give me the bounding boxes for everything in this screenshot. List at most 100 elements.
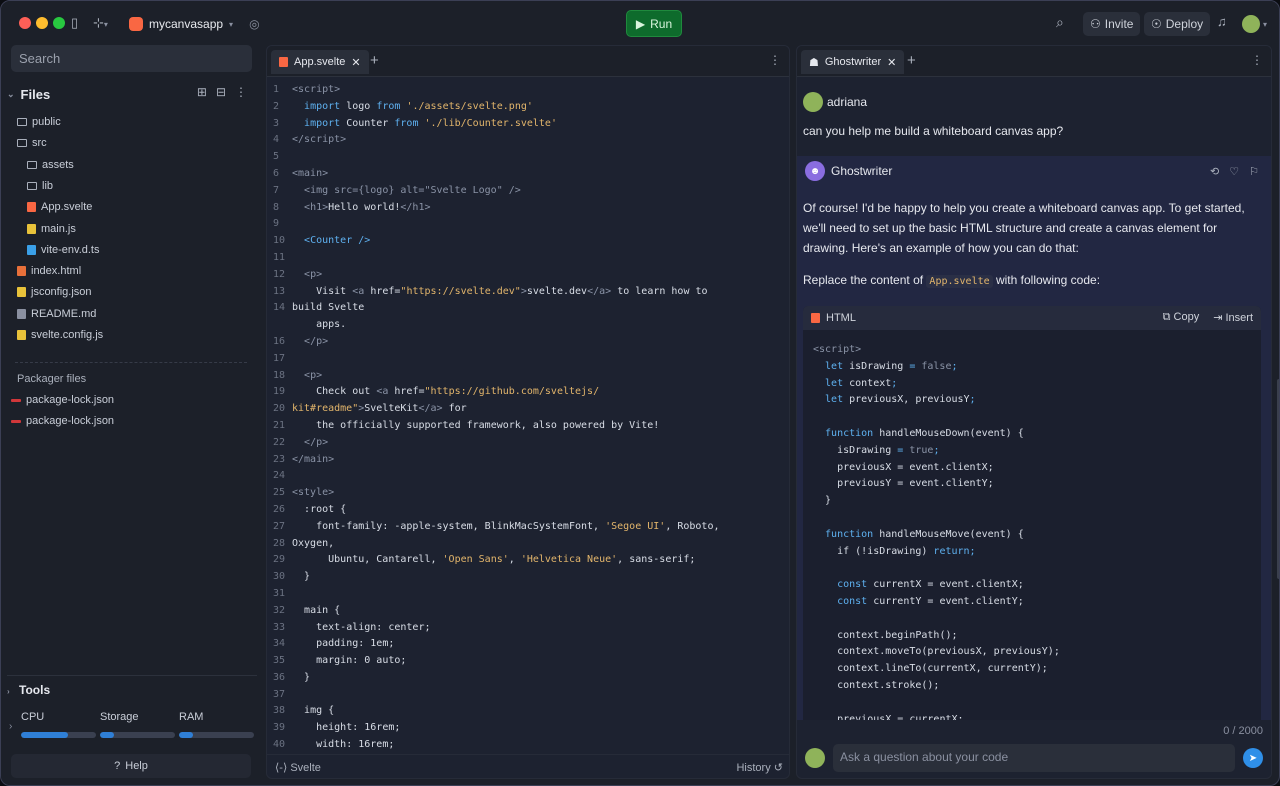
code-snippet-header: HTML ⧉ Copy ⇥ Insert [803,306,1261,330]
ghostwriter-icon: ☗ [809,56,819,69]
ghostwriter-tab-bar: ☗ Ghostwriter ✕ + ⋮ [797,46,1271,77]
file-item[interactable]: svelte.config.js [17,326,103,344]
more-options-icon[interactable]: ⋮ [769,53,781,67]
storage-label: Storage [100,711,139,723]
chevron-down-icon: ⌄ [7,88,15,99]
close-tab-icon[interactable]: ✕ [351,56,360,69]
html-file-icon [17,266,26,277]
insert-icon: ⇥ [1213,312,1223,324]
ghostwriter-panel: ☗ Ghostwriter ✕ + ⋮ adriana can you help… [796,45,1272,779]
help-button[interactable]: ? Help [11,754,251,778]
insert-button[interactable]: ⇥ Insert [1213,311,1253,324]
top-bar: ▯ ⊹▾ mycanvasapp ▾ ◎ ▶ Run ⌕ ⚇ Invite ☉ … [1,1,1279,45]
history-icon: ↺ [773,762,783,774]
file-item[interactable]: App.svelte [27,198,92,216]
copy-icon: ⧉ [1162,311,1171,323]
folder-icon [27,160,37,169]
send-button[interactable]: ➤ [1243,748,1263,768]
more-options-icon[interactable]: ⋮ [235,85,247,99]
cpu-label: CPU [21,711,45,723]
md-file-icon [17,308,26,319]
editor-tab-bar: App.svelte ✕ + ⋮ [267,46,789,77]
file-item[interactable]: README.md [17,305,96,323]
code-content[interactable]: 1 <script> 2 import logo from './assets/s… [267,82,789,754]
chevron-right-icon[interactable]: › [9,721,12,732]
folder-item[interactable]: assets [27,156,74,174]
packager-files-title: Packager files [17,373,87,385]
chevron-right-icon: › [7,687,10,696]
inline-code: App.svelte [926,275,993,288]
copy-button[interactable]: ⧉ Copy [1163,311,1200,324]
close-window-button[interactable] [19,17,31,29]
new-file-icon[interactable]: ⊞ [197,85,207,99]
ram-usage-bar [179,732,254,738]
packager-file[interactable]: package-lock.json [11,391,114,409]
file-item[interactable]: vite-env.d.ts [27,241,100,259]
add-user-icon: ⚇ [1090,17,1101,31]
regenerate-icon[interactable]: ⟲ [1210,165,1219,178]
user-avatar [805,748,825,768]
add-tab-icon[interactable]: + [370,52,379,69]
run-button[interactable]: ▶ Run [626,10,682,37]
close-tab-icon[interactable]: ✕ [887,56,896,69]
search-input[interactable]: Search [11,45,252,72]
deploy-button[interactable]: ☉ Deploy [1144,12,1211,36]
js-file-icon [17,330,26,340]
ai-author: Ghostwriter [831,164,893,178]
file-sidebar: Search ⌄ Files ⊞ ⊟ ⋮ public src assets lib A… [1,45,259,785]
invite-button[interactable]: ⚇ Invite [1083,12,1141,36]
tab-app-svelte[interactable]: App.svelte ✕ [271,50,369,74]
app-window: ▯ ⊹▾ mycanvasapp ▾ ◎ ▶ Run ⌕ ⚇ Invite ☉ … [0,0,1280,786]
add-tab-icon[interactable]: + [907,52,916,69]
more-options-icon[interactable]: ⋮ [1251,53,1263,67]
user-message: can you help me build a whiteboard canva… [803,124,1064,138]
sidebar-toggle-icon[interactable]: ▯ [71,15,78,31]
chevron-down-icon[interactable]: ▾ [1263,20,1267,29]
bell-icon[interactable]: ♫ [1217,14,1227,29]
html-icon [811,313,820,323]
snippet-code[interactable]: <script> let isDrawing = false; let cont… [813,342,1060,720]
packager-file[interactable]: package-lock.json [11,412,114,430]
minimize-window-button[interactable] [36,17,48,29]
folder-icon [17,139,27,148]
visibility-icon[interactable]: ◎ [249,17,259,31]
user-avatar[interactable] [1242,15,1260,33]
code-snippet: HTML ⧉ Copy ⇥ Insert <script> let isDraw… [803,306,1261,720]
play-icon: ▶ [635,16,646,31]
npm-icon [11,398,21,402]
js-file-icon [27,223,36,234]
file-item[interactable]: jsconfig.json [17,283,92,301]
files-header[interactable]: ⌄ Files ⊞ ⊟ ⋮ [7,85,253,103]
code-editor: App.svelte ✕ + ⋮ 1 <script> 2 import logo… [266,45,790,779]
message-author: adriana [827,95,868,109]
svelte-icon [129,17,143,31]
deploy-icon: ☉ [1151,17,1162,31]
language-indicator[interactable]: ⟨-⟩ Svelte [275,761,321,774]
search-icon[interactable]: ⌕ [1056,14,1064,31]
thumbs-down-icon[interactable]: ⚐ [1249,165,1259,178]
json-file-icon [17,287,26,298]
npm-icon [11,419,21,423]
user-avatar [803,92,823,112]
send-icon: ➤ [1248,752,1258,764]
history-button[interactable]: History ↺ [736,761,783,774]
maximize-window-button[interactable] [53,17,65,29]
file-item[interactable]: main.js [27,220,76,238]
folder-item[interactable]: lib [27,177,53,195]
tab-ghostwriter[interactable]: ☗ Ghostwriter ✕ [801,50,905,74]
thumbs-up-icon[interactable]: ♡ [1229,165,1239,178]
file-item[interactable]: index.html [17,262,81,280]
tools-header[interactable]: › Tools [7,675,257,697]
ghostwriter-avatar-icon: ☻ [805,161,825,181]
menu-icon[interactable]: ⊹▾ [93,15,108,31]
repl-name-button[interactable]: mycanvasapp ▾ ◎ [129,13,260,35]
new-folder-icon[interactable]: ⊟ [216,85,226,99]
folder-item[interactable]: src [17,134,47,152]
folder-item[interactable]: public [17,113,61,131]
ask-input[interactable]: Ask a question about your code [833,744,1235,772]
chevron-down-icon: ▾ [229,19,234,29]
replace-instruction: Replace the content of App.svelte with f… [803,273,1101,288]
svelte-file-icon [27,202,36,213]
storage-usage-bar [100,732,175,738]
ai-paragraph: Of course! I'd be happy to help you crea… [803,201,1245,255]
